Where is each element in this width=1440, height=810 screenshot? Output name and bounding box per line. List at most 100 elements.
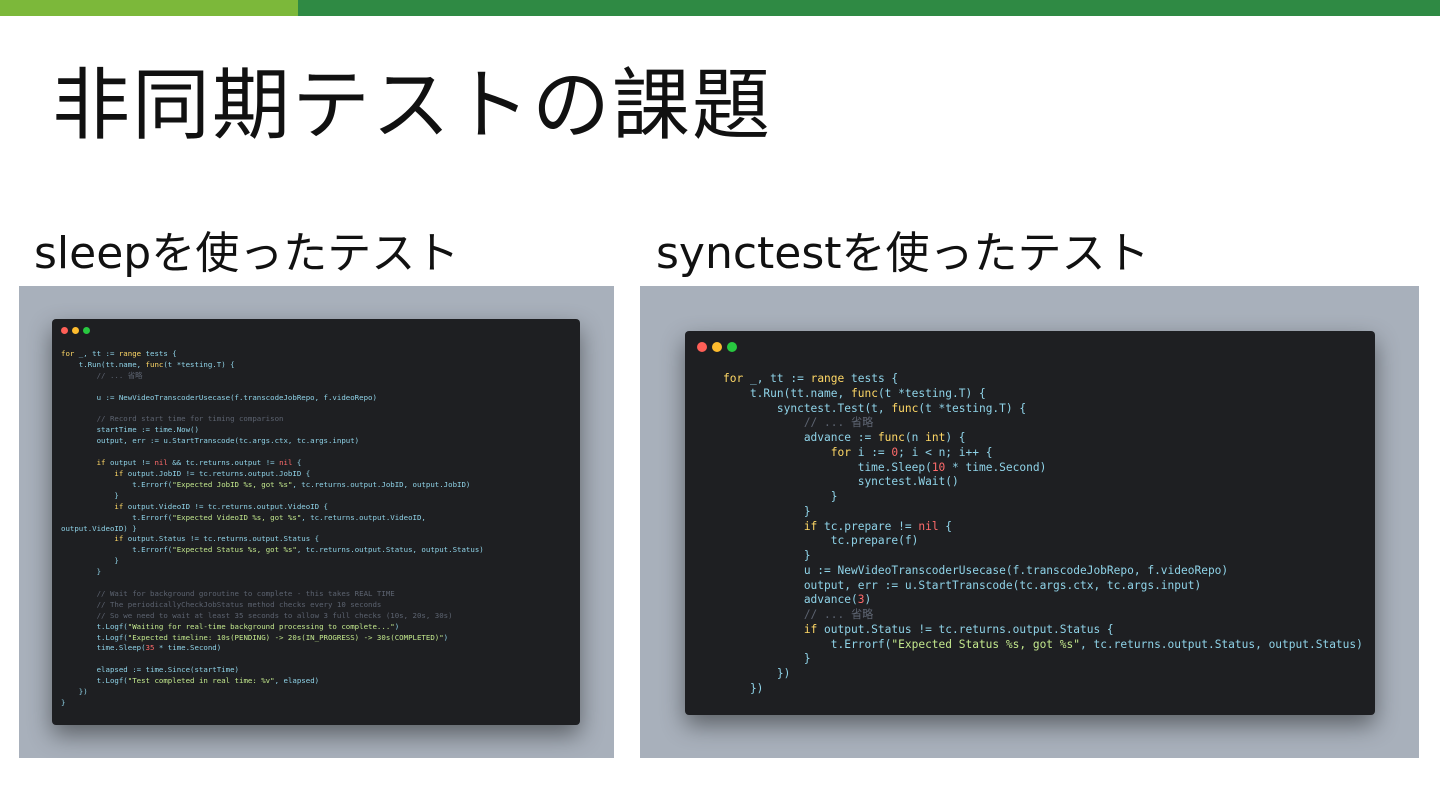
- code-line: u := NewVideoTranscoderUsecase(f.transco…: [61, 393, 484, 404]
- code-token: }: [723, 490, 838, 503]
- code-line: }): [61, 687, 484, 698]
- code-token: tests {: [844, 372, 899, 385]
- code-token: ): [394, 621, 400, 631]
- code-line: elapsed := time.Since(startTime): [61, 665, 484, 676]
- code-token: ) {: [945, 431, 966, 444]
- code-token: int: [925, 431, 946, 444]
- code-token: }: [61, 490, 119, 500]
- code-token: , tc.returns.output.Status, output.Statu…: [1079, 637, 1363, 651]
- code-line: // Wait for background goroutine to comp…: [61, 589, 484, 600]
- code-token: "Expected JobID %s, got %s": [172, 479, 293, 489]
- code-line: synctest.Test(t, func(t *testing.T) {: [723, 402, 1363, 417]
- code-line: if output.Status != tc.returns.output.St…: [61, 534, 484, 545]
- code-token: {: [938, 519, 953, 533]
- code-line: }: [723, 652, 1363, 667]
- code-token: if: [61, 468, 124, 478]
- code-token: }: [723, 652, 811, 666]
- code-token: time.Sleep(: [723, 460, 932, 474]
- code-line: t.Logf("Expected timeline: 10s(PENDING) …: [61, 633, 484, 644]
- code-token: "Expected Status %s, got %s": [891, 637, 1080, 651]
- code-token: t.Errorf(: [723, 637, 892, 651]
- code-line: advance(3): [723, 593, 1363, 608]
- code-token: u := NewVideoTranscoderUsecase(f.transco…: [61, 392, 377, 402]
- code-line: output.VideoID) }: [61, 524, 484, 535]
- code-token: output.VideoID) }: [61, 523, 137, 533]
- code-token: range: [810, 372, 845, 385]
- code-token: // So we need to wait at least 35 second…: [61, 610, 453, 620]
- code-line: t.Run(tt.name, func(t *testing.T) {: [61, 360, 484, 371]
- code-token: nil: [154, 458, 168, 468]
- close-dot-icon: [697, 342, 707, 352]
- code-token: 10: [931, 460, 946, 474]
- code-token: func: [145, 359, 164, 369]
- code-token: range: [118, 349, 142, 358]
- code-line: // ... 省略: [61, 371, 484, 382]
- close-dot-icon: [61, 327, 68, 334]
- top-accent-bar-dark: [298, 0, 1440, 16]
- code-line: time.Sleep(10 * time.Second): [723, 461, 1363, 476]
- code-token: // ... 省略: [61, 370, 143, 380]
- code-line: }: [723, 490, 1363, 505]
- code-token: tc.prepare(f): [723, 534, 919, 548]
- code-line: }: [61, 491, 484, 502]
- code-token: t.Logf(: [61, 632, 128, 642]
- maximize-dot-icon: [83, 327, 90, 334]
- code-line: t.Run(tt.name, func(t *testing.T) {: [723, 387, 1363, 402]
- code-token: for: [723, 445, 851, 459]
- code-token: , tc.returns.output.VideoID,: [301, 512, 426, 522]
- code-line: if tc.prepare != nil {: [723, 520, 1363, 535]
- code-line: // ... 省略: [723, 608, 1363, 623]
- code-token: nil: [279, 458, 293, 468]
- code-token: && tc.returns.output !=: [167, 458, 280, 468]
- left-code-screenshot: for _, tt := range tests { t.Run(tt.name…: [19, 286, 614, 758]
- code-line: // The periodicallyCheckJobStatus method…: [61, 600, 484, 611]
- code-token: if: [723, 622, 818, 636]
- code-token: * time.Second): [945, 460, 1047, 474]
- code-token: nil: [918, 519, 939, 533]
- left-subtitle: sleepを使ったテスト: [34, 228, 460, 279]
- code-token: if: [61, 534, 124, 544]
- code-token: * time.Second): [154, 643, 222, 653]
- code-token: _, tt :=: [743, 372, 811, 385]
- code-line: output, err := u.StartTranscode(tc.args.…: [723, 579, 1363, 594]
- code-line: for i := 0; i < n; i++ {: [723, 446, 1363, 461]
- slide-title: 非同期テストの課題: [52, 61, 773, 151]
- code-line: }: [61, 567, 484, 578]
- code-token: t.Errorf(: [61, 512, 173, 522]
- code-token: output.JobID != tc.returns.output.JobID …: [123, 468, 311, 478]
- code-line: tc.prepare(f): [723, 534, 1363, 549]
- code-token: output !=: [105, 458, 155, 468]
- minimize-dot-icon: [72, 327, 79, 334]
- code-line: }: [723, 505, 1363, 520]
- code-token: (t *testing.T) {: [877, 386, 986, 400]
- code-line: }): [723, 667, 1363, 682]
- code-token: func: [891, 401, 919, 415]
- code-line: output, err := u.StartTranscode(tc.args.…: [61, 436, 484, 447]
- code-line: t.Logf("Waiting for real-time background…: [61, 622, 484, 633]
- code-token: }: [61, 556, 119, 566]
- right-code-window: for _, tt := range tests { t.Run(tt.name…: [685, 331, 1375, 715]
- code-line: // ... 省略: [723, 416, 1363, 431]
- code-line: u := NewVideoTranscoderUsecase(f.transco…: [723, 564, 1363, 579]
- code-token: if: [723, 519, 818, 533]
- code-line: t.Errorf("Expected JobID %s, got %s", tc…: [61, 480, 484, 491]
- code-line: synctest.Wait(): [723, 475, 1363, 490]
- right-window-controls: [697, 342, 737, 352]
- code-token: func: [877, 431, 905, 444]
- right-code-block: for _, tt := range tests { t.Run(tt.name…: [723, 372, 1363, 697]
- code-token: output.Status != tc.returns.output.Statu…: [817, 622, 1114, 636]
- maximize-dot-icon: [727, 342, 737, 352]
- code-token: advance :=: [723, 431, 878, 444]
- code-line: // Record start time for timing comparis…: [61, 414, 484, 425]
- minimize-dot-icon: [712, 342, 722, 352]
- code-token: , elapsed): [274, 676, 320, 686]
- code-line: for _, tt := range tests {: [61, 349, 484, 360]
- code-line: // So we need to wait at least 35 second…: [61, 611, 484, 622]
- code-token: for: [61, 349, 75, 358]
- code-token: _, tt :=: [74, 349, 119, 358]
- code-line: if output.VideoID != tc.returns.output.V…: [61, 502, 484, 513]
- code-token: , tc.returns.output.Status, output.Statu…: [296, 545, 484, 555]
